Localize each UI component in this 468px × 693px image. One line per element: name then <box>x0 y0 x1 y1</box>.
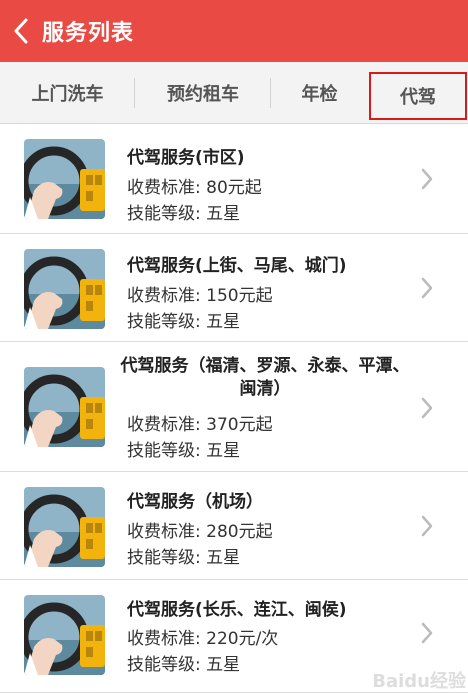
tab-car-wash[interactable]: 上门洗车 <box>0 62 135 123</box>
driver-steering-wheel-image <box>24 487 105 567</box>
tab-car-rental[interactable]: 预约租车 <box>135 62 271 123</box>
tab-label: 代驾 <box>400 87 436 108</box>
service-title: 代驾服务（福清、罗源、永泰、平潭、闽清） <box>120 356 410 399</box>
service-skill-level: 技能等级: 五星 <box>127 655 241 675</box>
back-arrow-icon <box>14 18 28 44</box>
service-price: 收费标准: 150元起 <box>127 286 273 306</box>
service-skill-level: 技能等级: 五星 <box>127 312 241 332</box>
service-price: 收费标准: 370元起 <box>127 415 273 435</box>
driver-steering-wheel-image <box>24 139 105 219</box>
service-skill-level: 技能等级: 五星 <box>127 548 241 568</box>
top-bar: 服务列表 <box>0 0 468 62</box>
page-title: 服务列表 <box>42 21 135 46</box>
service-price: 收费标准: 80元起 <box>127 178 262 198</box>
driver-steering-wheel-image <box>24 367 105 447</box>
service-skill-level: 技能等级: 五星 <box>127 204 241 224</box>
driver-steering-wheel-image <box>24 595 105 675</box>
chevron-right-icon <box>421 277 433 299</box>
service-title: 代驾服务(长乐、连江、闽侯) <box>127 600 347 620</box>
tab-label: 年检 <box>301 83 338 105</box>
service-list-item[interactable]: 代驾服务(市区) 收费标准: 80元起 技能等级: 五星 <box>0 124 468 234</box>
back-button[interactable] <box>4 0 38 62</box>
service-price: 收费标准: 280元起 <box>127 522 273 542</box>
service-title: 代驾服务(上街、马尾、城门) <box>127 256 347 276</box>
service-list-item[interactable]: 代驾服务(上街、马尾、城门) 收费标准: 150元起 技能等级: 五星 <box>0 234 468 342</box>
service-price: 收费标准: 220元/次 <box>127 629 279 649</box>
tab-annual-inspection[interactable]: 年检 <box>271 62 368 123</box>
watermark: Baidu经验 <box>372 671 466 692</box>
tab-designated-driver[interactable]: 代驾 <box>369 72 467 120</box>
service-list-item[interactable]: 代驾服务（机场） 收费标准: 280元起 技能等级: 五星 <box>0 472 468 580</box>
chevron-right-icon <box>421 397 433 419</box>
driver-steering-wheel-image <box>24 249 105 329</box>
service-title: 代驾服务（机场） <box>127 492 263 512</box>
chevron-right-icon <box>421 515 433 537</box>
tab-label: 上门洗车 <box>31 83 104 105</box>
chevron-right-icon <box>421 622 433 644</box>
tab-bar: 上门洗车 预约租车 年检 代驾 <box>0 62 468 124</box>
tab-label: 预约租车 <box>167 83 239 105</box>
app-screen: 服务列表 上门洗车 预约租车 年检 代驾 代驾服务(市区) 收费标准: 80元起… <box>0 0 468 693</box>
chevron-right-icon <box>421 168 433 190</box>
service-list-item[interactable]: 代驾服务（福清、罗源、永泰、平潭、闽清） 收费标准: 370元起 技能等级: 五… <box>0 342 468 472</box>
service-skill-level: 技能等级: 五星 <box>127 441 241 461</box>
service-title: 代驾服务(市区) <box>127 148 245 168</box>
